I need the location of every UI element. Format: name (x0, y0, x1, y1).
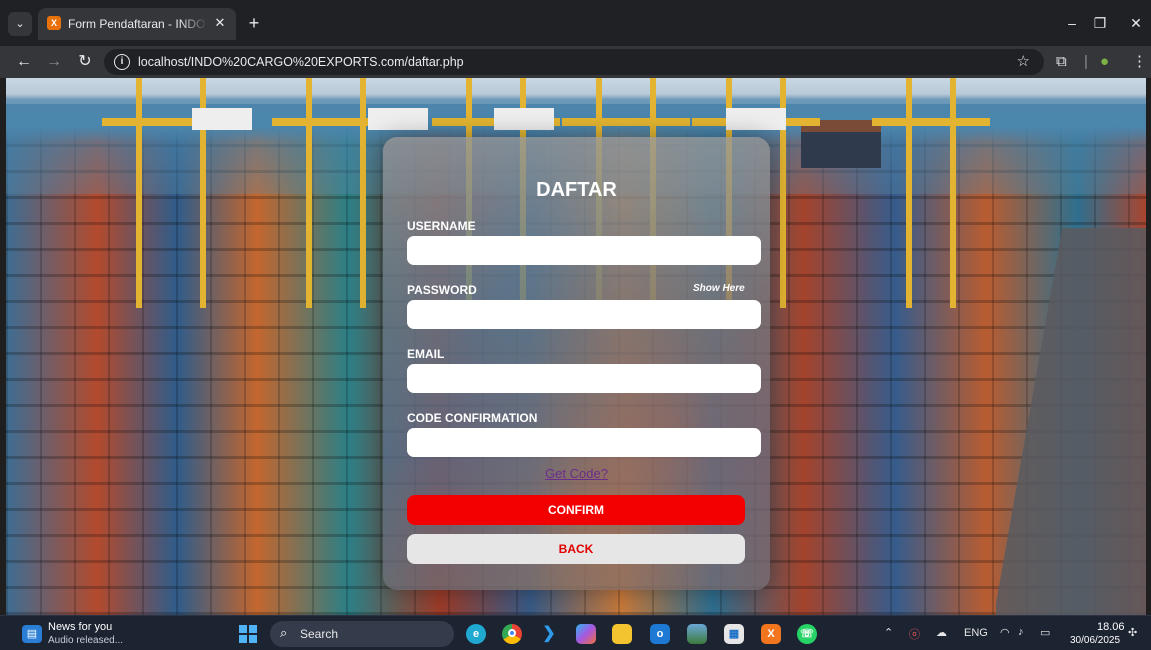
battery-icon[interactable]: ▭ (1040, 626, 1050, 639)
register-form-card: DAFTAR USERNAME PASSWORD Show Here EMAIL… (383, 137, 770, 590)
search-icon: ⌕ (280, 625, 288, 640)
wifi-icon[interactable]: ◠ (1000, 626, 1010, 639)
address-bar[interactable]: i localhost/INDO%20CARGO%20EXPORTS.com/d… (104, 49, 1044, 75)
username-label: USERNAME (407, 219, 476, 233)
antivirus-tray-icon[interactable]: ⓞ (909, 626, 920, 642)
search-placeholder: Search (300, 627, 339, 641)
whatsapp-icon[interactable]: ☏ (797, 624, 817, 644)
gantry-crane (272, 78, 400, 308)
xampp-favicon-icon: X (47, 16, 61, 30)
clock-date[interactable]: 30/06/2025 (1070, 635, 1120, 646)
edge-icon[interactable]: e (466, 624, 486, 644)
tab-title: Form Pendaftaran - INDO CARGO EXPORTS (68, 17, 208, 31)
code-confirmation-input[interactable] (407, 428, 761, 457)
new-tab-button[interactable]: + (244, 13, 264, 33)
tab-close-icon[interactable]: ✕ (212, 15, 228, 31)
restore-icon[interactable]: ❐ (1088, 12, 1112, 34)
minimize-icon[interactable]: – (1060, 12, 1084, 34)
address-url[interactable]: localhost/INDO%20CARGO%20EXPORTS.com/daf… (138, 55, 464, 69)
forward-arrow-icon[interactable]: → (42, 50, 66, 74)
photos-icon[interactable] (687, 624, 707, 644)
vscode-icon[interactable]: ❯ (539, 624, 559, 644)
gantry-crane (872, 78, 990, 308)
browser-tab-active[interactable]: X Form Pendaftaran - INDO CARGO EXPORTS … (38, 8, 236, 40)
password-input[interactable] (407, 300, 761, 329)
windows-taskbar: ▤ News for you Audio released... ⌕ Searc… (0, 615, 1151, 650)
username-input[interactable] (407, 236, 761, 265)
extensions-icon[interactable]: ⧉ (1056, 50, 1067, 74)
confirm-button[interactable]: CONFIRM (407, 495, 745, 525)
clock-time[interactable]: 18.06 (1097, 621, 1125, 633)
crane-cabin (368, 108, 428, 130)
volume-icon[interactable]: ♪ (1018, 626, 1024, 638)
language-indicator[interactable]: ENG (964, 627, 988, 639)
reload-icon[interactable]: ↻ (73, 50, 97, 74)
close-window-icon[interactable]: ✕ (1124, 12, 1148, 34)
crane-cabin (192, 108, 252, 130)
onedrive-cloud-icon[interactable]: ☁ (936, 626, 947, 639)
taskbar-search[interactable]: ⌕ Search (270, 621, 454, 647)
back-arrow-icon[interactable]: ← (12, 50, 36, 74)
site-info-icon[interactable]: i (114, 54, 130, 70)
windows-start-icon[interactable] (239, 625, 257, 643)
file-explorer-icon[interactable] (612, 624, 632, 644)
browser-toolbar: ← → ↻ i localhost/INDO%20CARGO%20EXPORTS… (0, 46, 1151, 78)
profile-avatar-icon[interactable]: ● (1100, 50, 1109, 74)
email-input[interactable] (407, 364, 761, 393)
back-button[interactable]: BACK (407, 534, 745, 564)
xampp-icon[interactable]: X (761, 624, 781, 644)
browser-tab-strip: ⌄ X Form Pendaftaran - INDO CARGO EXPORT… (0, 0, 1151, 46)
tab-search-chevron-icon[interactable]: ⌄ (8, 12, 32, 36)
notification-bell-icon[interactable]: ✣ (1128, 626, 1137, 639)
copilot-icon[interactable] (576, 624, 596, 644)
form-title: DAFTAR (536, 179, 617, 201)
get-code-link[interactable]: Get Code? (383, 466, 770, 481)
store-icon[interactable]: ▦ (724, 624, 744, 644)
email-label: EMAIL (407, 347, 445, 361)
news-widget-subtitle[interactable]: Audio released... (48, 635, 123, 646)
browser-menu-icon[interactable]: ⋮ (1132, 50, 1147, 74)
chrome-icon[interactable] (502, 624, 522, 644)
cargo-ship (801, 120, 881, 168)
news-widget-icon[interactable]: ▤ (22, 625, 42, 643)
password-label: PASSWORD (407, 283, 477, 297)
news-widget-title[interactable]: News for you (48, 621, 112, 633)
crane-cabin (726, 108, 786, 130)
toolbar-divider: | (1084, 53, 1088, 70)
crane-cabin (494, 108, 554, 130)
bookmark-star-icon[interactable]: ☆ (1017, 52, 1030, 70)
port-road (996, 228, 1146, 615)
show-hidden-icons-chevron[interactable]: ⌃ (884, 626, 893, 639)
code-confirmation-label: CODE CONFIRMATION (407, 411, 538, 425)
show-password-toggle[interactable]: Show Here (693, 283, 745, 294)
outlook-icon[interactable]: o (650, 624, 670, 644)
